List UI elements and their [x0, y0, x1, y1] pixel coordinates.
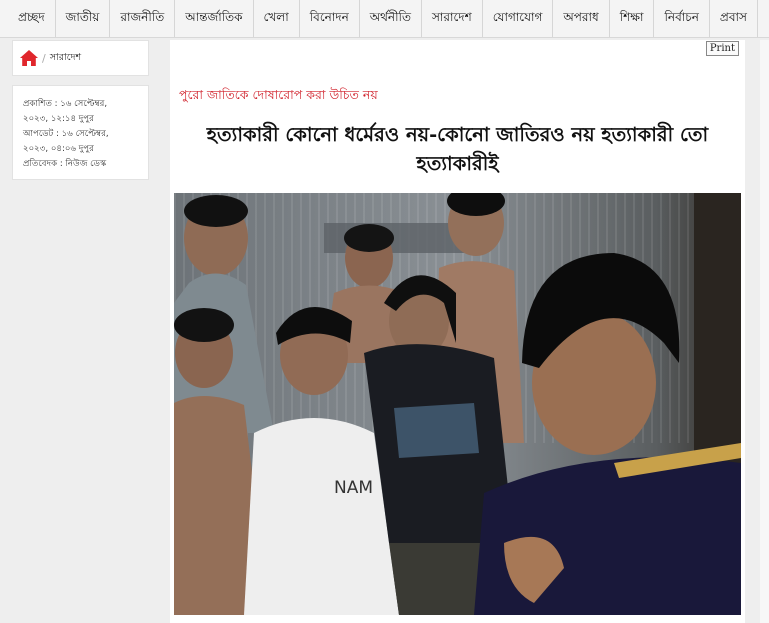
updated-time: ২০২৩, ০৪:০৬ দুপুর [23, 144, 94, 154]
nav-item-international[interactable]: আন্তর্জাতিক [175, 0, 254, 37]
nav-item-politics[interactable]: রাজনীতি [110, 0, 176, 37]
home-icon[interactable] [19, 49, 39, 67]
breadcrumb-section[interactable]: সারাদেশ [50, 51, 81, 66]
updated-label: আপডেট : ১৬ সেপ্টেম্বর, [23, 129, 109, 139]
article-main: Print পুরো জাতিকে দোষারোপ করা উচিত নয় হ… [170, 40, 745, 623]
article-headline: হত্যাকারী কোনো ধর্মেরও নয়-কোনো জাতিরও ন… [206, 123, 709, 175]
published-time: ২০২৩, ১২:১৪ দুপুর [23, 114, 94, 124]
article-meta: প্রকাশিত : ১৬ সেপ্টেম্বর, ২০২৩, ১২:১৪ দু… [12, 85, 149, 180]
top-nav: প্রচ্ছদ জাতীয় রাজনীতি আন্তর্জাতিক খেলা … [0, 0, 769, 38]
article-kicker: পুরো জাতিকে দোষারোপ করা উচিত নয় [179, 87, 378, 102]
nav-item-entertainment[interactable]: বিনোদন [300, 0, 360, 37]
nav-item-national[interactable]: জাতীয় [56, 0, 111, 37]
nav-item-education[interactable]: শিক্ষা [610, 0, 655, 37]
shirt-print: NAM [334, 478, 373, 498]
scrollbar[interactable] [760, 40, 769, 623]
breadcrumb-separator: / [42, 51, 46, 65]
nav-item-home[interactable]: প্রচ্ছদ [0, 0, 56, 37]
nav-item-crime[interactable]: অপরাধ [553, 0, 610, 37]
nav-item-expat[interactable]: প্রবাস [710, 0, 758, 37]
nav-item-sports[interactable]: খেলা [254, 0, 300, 37]
reporter: প্রতিবেদক : নিউজ ডেস্ক [23, 159, 107, 169]
print-button[interactable]: Print [705, 41, 739, 56]
nav-item-economy[interactable]: অর্থনীতি [360, 0, 422, 37]
nav-item-communication[interactable]: যোগাযোগ [483, 0, 554, 37]
published-label: প্রকাশিত : ১৬ সেপ্টেম্বর, [23, 99, 108, 109]
article-photo: NAM [174, 193, 741, 615]
nav-item-election[interactable]: নির্বাচন [654, 0, 710, 37]
breadcrumb: / সারাদেশ [12, 40, 149, 76]
nav-item-country[interactable]: সারাদেশ [422, 0, 483, 37]
